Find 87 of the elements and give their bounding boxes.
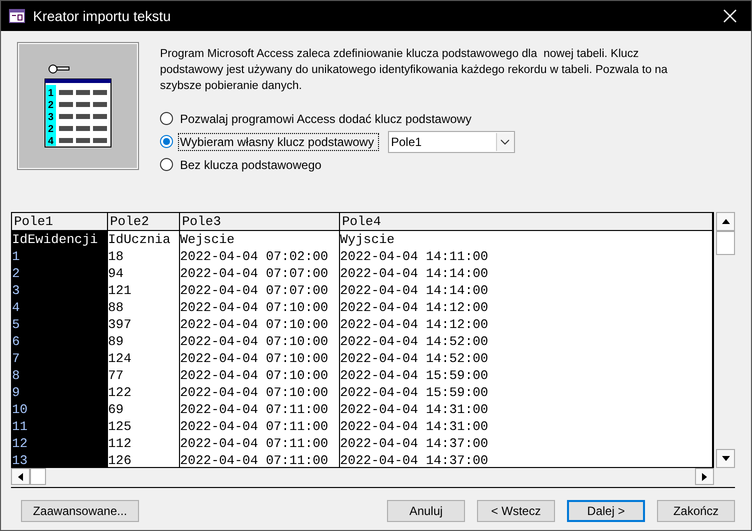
radio-button[interactable] xyxy=(160,112,173,125)
table-cell: 7 xyxy=(12,350,108,367)
scroll-thumb[interactable] xyxy=(716,231,735,255)
dialog-button[interactable]: Anuluj xyxy=(387,500,465,522)
table-cell: 2022-04-04 07:10:00 xyxy=(180,367,340,384)
table-cell: 2022-04-04 07:02:00 xyxy=(180,248,340,265)
table-cell: 2022-04-04 14:11:00 xyxy=(340,248,714,265)
scroll-up-button[interactable] xyxy=(716,212,735,231)
table-cell: Wejscie xyxy=(180,231,340,248)
table-cell: 6 xyxy=(12,333,108,350)
table-cell: 2022-04-04 14:14:00 xyxy=(340,282,714,299)
chevron-down-icon xyxy=(500,138,510,144)
table-cell: 122 xyxy=(108,384,180,401)
column-header[interactable]: Pole2 xyxy=(108,213,180,231)
table-cell: 2022-04-04 07:10:00 xyxy=(180,299,340,316)
table-cell: 2022-04-04 07:07:00 xyxy=(180,265,340,282)
table-cell: Wyjscie xyxy=(340,231,714,248)
column-header[interactable]: Pole3 xyxy=(180,213,340,231)
dialog-button[interactable]: Zaawansowane... xyxy=(21,500,139,522)
option-label[interactable]: Bez klucza podstawowego xyxy=(179,156,326,172)
table-cell: 9 xyxy=(12,384,108,401)
arrow-right-icon xyxy=(702,472,708,480)
dialog-button[interactable]: Zakończ xyxy=(657,500,735,522)
table-cell: 94 xyxy=(108,265,180,282)
table-cell: 2022-04-04 07:11:00 xyxy=(180,418,340,435)
table-cell: 397 xyxy=(108,316,180,333)
table-cell: 2022-04-04 07:11:00 xyxy=(180,435,340,452)
option-label[interactable]: Wybieram własny klucz podstawowy xyxy=(179,134,378,150)
table-cell: 2022-04-04 14:14:00 xyxy=(340,265,714,282)
table-cell: 112 xyxy=(108,435,180,452)
table-cell: 2022-04-04 14:31:00 xyxy=(340,401,714,418)
column-header[interactable]: Pole1 xyxy=(12,213,108,231)
table-cell: 2022-04-04 15:59:00 xyxy=(340,367,714,384)
column-header[interactable]: Pole4 xyxy=(340,213,714,231)
table-cell: 2 xyxy=(12,265,108,282)
table-cell: 2022-04-04 07:07:00 xyxy=(180,282,340,299)
table-cell: 2022-04-04 15:59:00 xyxy=(340,384,714,401)
table-cell: 5 xyxy=(12,316,108,333)
table-cell: 12 xyxy=(12,435,108,452)
table-cell: 13 xyxy=(12,452,108,467)
table-cell: IdUcznia xyxy=(108,231,180,248)
window-title: Kreator importu tekstu xyxy=(33,8,172,24)
option-label[interactable]: Pozwalaj programowi Access dodać klucz podstawowy xyxy=(179,110,476,126)
table-cell: 2022-04-04 14:12:00 xyxy=(340,316,714,333)
table-cell: 121 xyxy=(108,282,180,299)
arrow-down-icon xyxy=(722,456,730,461)
table-cell: 18 xyxy=(108,248,180,265)
radio-button[interactable] xyxy=(160,158,173,171)
key-field-dropdown[interactable]: Pole1 xyxy=(388,130,515,152)
table-cell: 2022-04-04 14:31:00 xyxy=(340,418,714,435)
table-cell: 125 xyxy=(108,418,180,435)
scroll-thumb[interactable] xyxy=(30,468,46,485)
table-cell: 2022-04-04 14:12:00 xyxy=(340,299,714,316)
table-cell: 89 xyxy=(108,333,180,350)
table-cell: 2022-04-04 07:11:00 xyxy=(180,452,340,467)
dialog-button[interactable]: < Wstecz xyxy=(477,500,555,522)
scroll-down-button[interactable] xyxy=(716,449,735,468)
table-cell: 11 xyxy=(12,418,108,435)
dialog-button[interactable]: Dalej > xyxy=(567,500,645,522)
table-cell: 2022-04-04 07:10:00 xyxy=(180,333,340,350)
table-cell: 2022-04-04 07:11:00 xyxy=(180,401,340,418)
scroll-left-button[interactable] xyxy=(11,468,30,485)
arrow-up-icon xyxy=(722,219,730,224)
table-cell: 10 xyxy=(12,401,108,418)
table-cell: 2022-04-04 07:10:00 xyxy=(180,350,340,367)
table-cell: 2022-04-04 07:10:00 xyxy=(180,384,340,401)
table-cell: 2022-04-04 14:52:00 xyxy=(340,333,714,350)
close-icon[interactable] xyxy=(723,9,737,23)
table-cell: 2022-04-04 14:37:00 xyxy=(340,435,714,452)
table-cell: 88 xyxy=(108,299,180,316)
table-cell: IdEwidencji xyxy=(12,231,108,248)
table-cell: 2022-04-04 07:10:00 xyxy=(180,316,340,333)
app-icon xyxy=(9,9,25,23)
table-cell: 126 xyxy=(108,452,180,467)
table-cell: 8 xyxy=(12,367,108,384)
table-cell: 69 xyxy=(108,401,180,418)
radio-button[interactable] xyxy=(160,135,173,148)
table-cell: 124 xyxy=(108,350,180,367)
arrow-left-icon xyxy=(18,472,23,480)
table-cell: 4 xyxy=(12,299,108,316)
table-cell: 77 xyxy=(108,367,180,384)
table-cell: 1 xyxy=(12,248,108,265)
table-cell: 3 xyxy=(12,282,108,299)
description-text: Program Microsoft Access zaleca zdefiniowanie klucza podstawowego dla nowej tabeli. Klucz podstawowy jest używany do unikatowego identyfikowania każdego rekordu w tabeli. Pozwala to na szybsze pobieranie danych. xyxy=(160,47,669,94)
table-cell: 2022-04-04 14:37:00 xyxy=(340,452,714,467)
scroll-right-button[interactable] xyxy=(695,468,714,485)
table-cell: 2022-04-04 14:52:00 xyxy=(340,350,714,367)
